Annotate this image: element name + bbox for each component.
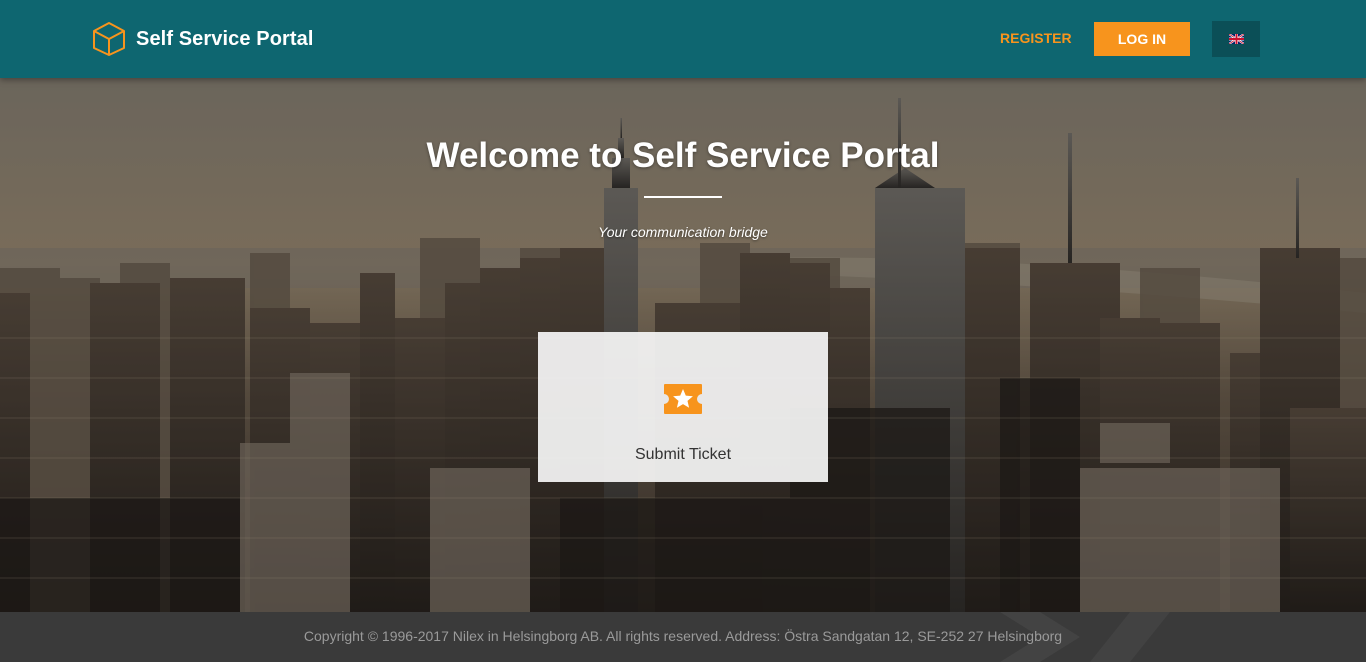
page-subtitle: Your communication bridge: [598, 224, 768, 240]
ticket-star-icon: [664, 384, 702, 414]
brand-title: Self Service Portal: [136, 27, 314, 50]
page-title: Welcome to Self Service Portal: [426, 136, 940, 175]
language-selector[interactable]: [1212, 21, 1260, 57]
submit-ticket-tile[interactable]: Submit Ticket: [538, 332, 828, 482]
title-divider: [644, 196, 722, 198]
cube-icon: [93, 22, 125, 56]
login-button[interactable]: LOG IN: [1094, 22, 1190, 56]
brand-link[interactable]: Self Service Portal: [92, 21, 314, 57]
copyright-text: Copyright © 1996-2017 Nilex in Helsingbo…: [303, 628, 1063, 644]
top-navbar: Self Service Portal REGISTER LOG IN: [0, 0, 1366, 78]
register-link[interactable]: REGISTER: [1000, 30, 1072, 46]
uk-flag-icon: [1228, 34, 1244, 44]
footer: Copyright © 1996-2017 Nilex in Helsingbo…: [0, 612, 1366, 662]
tile-label: Submit Ticket: [634, 446, 732, 463]
hero-section: Welcome to Self Service Portal Your comm…: [0, 78, 1366, 612]
